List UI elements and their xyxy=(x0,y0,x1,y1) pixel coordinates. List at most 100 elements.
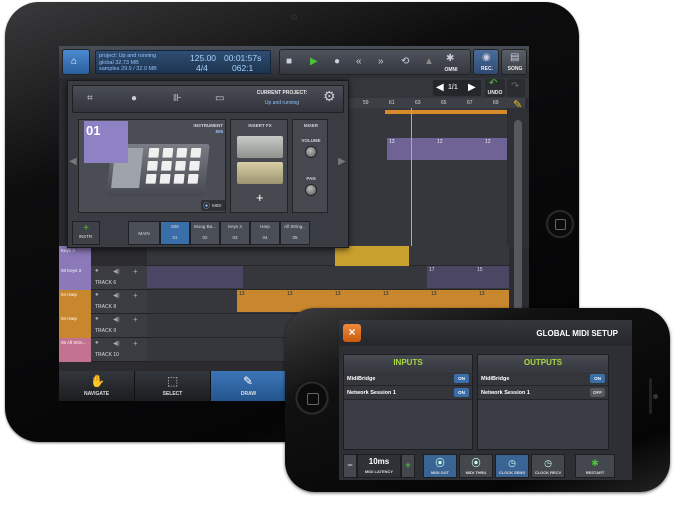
add-instrument-button[interactable]: + INSTR. xyxy=(72,221,100,245)
input-toggle[interactable]: ON xyxy=(454,388,469,397)
mute-icon[interactable]: ● xyxy=(95,292,99,298)
record-icon[interactable]: ● xyxy=(334,57,340,67)
add-icon[interactable]: + xyxy=(133,339,138,348)
speaker-icon[interactable]: ◀) xyxy=(113,316,120,323)
wrench-icon[interactable]: ✎ xyxy=(513,100,522,111)
clock-recv-button[interactable]: ◷ CLOCK RECV xyxy=(531,454,565,478)
track-header[interactable]: Keys 3 xyxy=(59,246,91,266)
tab-name: All String... xyxy=(284,224,306,229)
latency-minus-button[interactable]: − xyxy=(343,454,357,478)
playhead[interactable] xyxy=(411,108,412,248)
hand-icon: ✋ xyxy=(90,374,105,388)
midi-clip[interactable] xyxy=(335,246,409,266)
dot-icon[interactable]: ● xyxy=(131,94,137,104)
clip-number: 13 xyxy=(239,291,245,297)
track-header-name: 03 Keys 3 xyxy=(61,268,82,273)
instrument-label: INSTRUMENT xyxy=(193,123,224,128)
timeline-ruler[interactable]: 59 61 63 65 67 69 xyxy=(349,98,525,108)
rewind-icon[interactable]: « xyxy=(356,57,362,67)
speaker-icon[interactable]: ◀) xyxy=(113,340,120,347)
song-button[interactable]: ▤ SONG xyxy=(501,49,527,75)
home-app-button[interactable]: ⌂ xyxy=(62,49,90,75)
fx-unit-1[interactable] xyxy=(237,136,283,158)
instrument-slot[interactable]: 01 xyxy=(84,121,128,163)
track-header[interactable]: 04 Harp xyxy=(59,314,91,338)
track-lane[interactable] xyxy=(147,246,509,266)
draw-button[interactable]: ✎ DRAW xyxy=(211,371,287,401)
speaker-grille xyxy=(649,378,652,414)
mute-icon[interactable]: ● xyxy=(95,340,99,346)
input-toggle[interactable]: ON xyxy=(454,374,469,383)
tab-instrument-5[interactable]: All String... 05 xyxy=(280,221,310,245)
tab-instrument-3[interactable]: Keys 3 03 xyxy=(220,221,250,245)
redo-button[interactable]: ↷ xyxy=(507,79,525,97)
midi-clip[interactable]: 17 15 xyxy=(427,266,509,288)
metronome-icon[interactable]: ▲ xyxy=(424,57,434,67)
undo-button[interactable]: ↶ UNDO xyxy=(485,79,505,97)
waveform-icon[interactable]: ⊪ xyxy=(173,94,182,104)
navigate-button[interactable]: ✋ NAVIGATE xyxy=(59,371,135,401)
latency-plus-button[interactable]: + xyxy=(401,454,415,478)
midi-out-button[interactable]: ⦿ MIDI OUT xyxy=(423,454,457,478)
tab-instrument-4[interactable]: Harp 04 xyxy=(250,221,280,245)
add-icon[interactable]: + xyxy=(133,267,138,276)
prev-page-icon[interactable]: ◀ xyxy=(436,83,444,93)
drum-pad xyxy=(160,161,172,171)
midi-button[interactable]: ⦿ MIDI xyxy=(201,200,225,211)
close-button[interactable]: × xyxy=(343,324,361,342)
clip-purple[interactable]: 13 12 12 xyxy=(387,138,507,160)
rec-button[interactable]: ◉ REC. xyxy=(473,49,499,75)
track-lane[interactable]: 17 15 xyxy=(147,266,509,290)
mute-icon[interactable]: ● xyxy=(95,316,99,322)
project-line1: project: Up and running xyxy=(99,53,157,59)
forward-icon[interactable]: » xyxy=(378,57,384,67)
select-button[interactable]: ⬚ SELECT xyxy=(135,371,211,401)
track-header[interactable]: 04 Harp xyxy=(59,290,91,314)
play-icon[interactable]: ▶ xyxy=(310,57,318,67)
project-line3: samples 29.9 / 32.0 MB xyxy=(99,66,157,72)
top-toolbar: ⌂ project: Up and running global 32.73 M… xyxy=(59,46,529,78)
mute-icon[interactable]: ● xyxy=(95,268,99,274)
add-instrument-icon: + xyxy=(83,223,89,234)
output-toggle[interactable]: OFF xyxy=(590,388,605,397)
current-project-label: CURRENT PROJECT: xyxy=(256,90,308,96)
volume-knob[interactable] xyxy=(305,146,317,158)
restart-icon: ✱ xyxy=(591,458,599,468)
clip-number: 15 xyxy=(477,267,483,273)
prev-instrument-icon[interactable]: ◀ xyxy=(69,157,77,167)
home-button[interactable] xyxy=(545,209,575,239)
insert-fx-panel: INSERT FX + xyxy=(230,119,288,213)
next-page-icon[interactable]: ▶ xyxy=(468,83,476,93)
home-button[interactable] xyxy=(294,380,330,416)
loop-region[interactable] xyxy=(385,110,507,114)
restart-button[interactable]: ✱ RESTART xyxy=(575,454,615,478)
transport-group: ■ ▶ ● « » ⟲ ▲ ✱ OMNI xyxy=(279,49,471,75)
midi-clip[interactable] xyxy=(147,266,243,288)
track-header[interactable]: 03 Keys 3 xyxy=(59,266,91,290)
clock-send-button[interactable]: ◷ CLOCK SEND xyxy=(495,454,529,478)
speaker-icon[interactable]: ◀) xyxy=(113,268,120,275)
add-icon[interactable]: + xyxy=(133,291,138,300)
stop-icon[interactable]: ■ xyxy=(286,57,292,67)
settings-gear-icon[interactable]: ⚙ xyxy=(323,89,336,103)
fx-unit-2[interactable] xyxy=(237,162,283,184)
tab-main[interactable]: MAIN xyxy=(128,221,160,245)
midi-thru-button[interactable]: ⦿ MIDI THRU xyxy=(459,454,493,478)
add-fx-button[interactable]: + xyxy=(256,190,264,205)
omni-icon[interactable]: ✱ xyxy=(446,54,454,64)
next-instrument-icon[interactable]: ▶ xyxy=(338,157,346,167)
pan-label: PAN xyxy=(306,176,316,181)
track-header[interactable]: 05 All Strin... xyxy=(59,338,91,362)
inputs-title: INPUTS xyxy=(344,355,472,371)
keyboard-icon[interactable]: ▭ xyxy=(215,94,224,104)
pan-knob[interactable] xyxy=(305,184,317,196)
loop-icon[interactable]: ⟲ xyxy=(401,57,409,67)
tab-instrument-2[interactable]: Moog Ba... 02 xyxy=(190,221,220,245)
tab-instrument-1[interactable]: 806 01 xyxy=(160,221,190,245)
add-icon[interactable]: + xyxy=(133,315,138,324)
output-toggle[interactable]: ON xyxy=(590,374,605,383)
track-label: TRACK 10 xyxy=(95,352,119,358)
select-icon: ⬚ xyxy=(167,374,179,388)
piano-roll-icon[interactable]: ⌗ xyxy=(87,94,93,104)
speaker-icon[interactable]: ◀) xyxy=(113,292,120,299)
